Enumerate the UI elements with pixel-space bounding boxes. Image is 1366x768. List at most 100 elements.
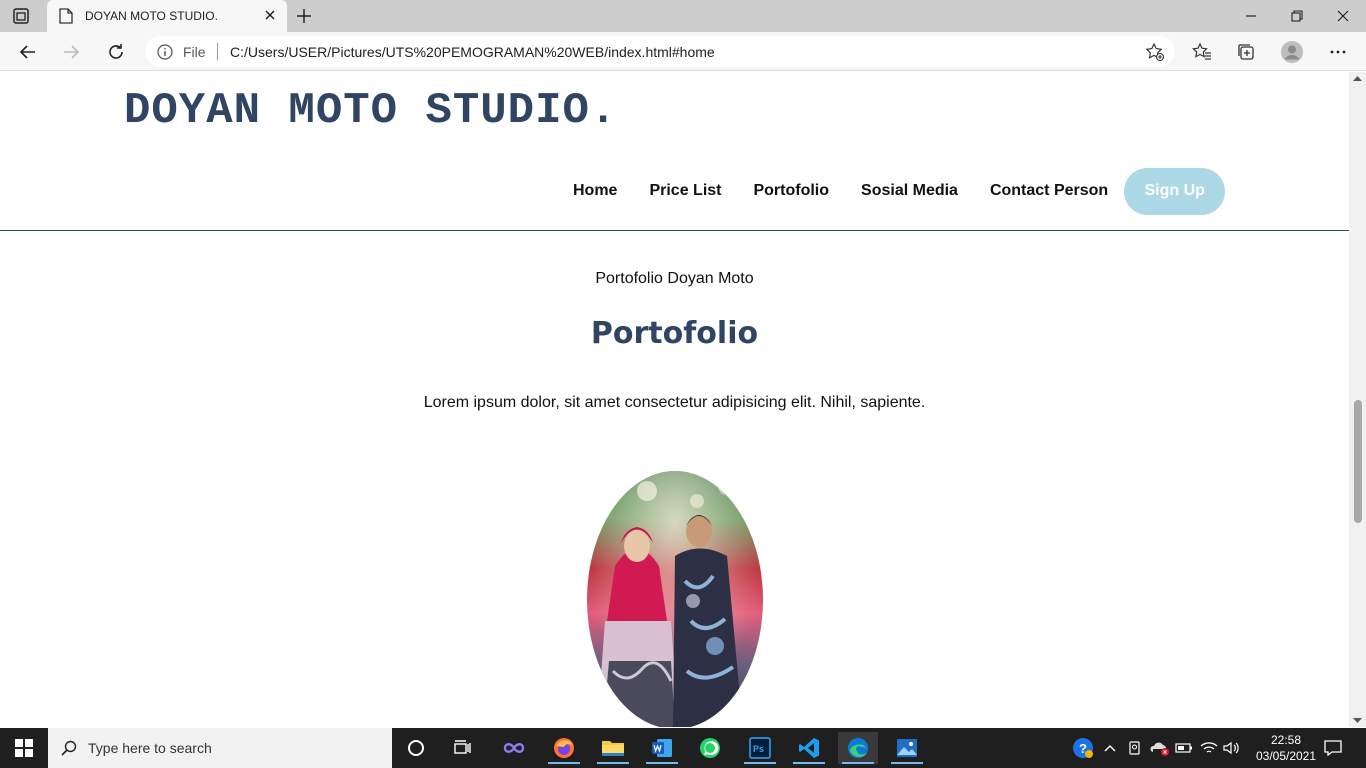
svg-text:Ps: Ps	[753, 744, 764, 754]
battery-button[interactable]	[1173, 728, 1195, 768]
section-subtitle: Portofolio Doyan Moto	[595, 270, 754, 287]
running-indicator	[646, 762, 678, 764]
nav-contact-person[interactable]: Contact Person	[990, 182, 1108, 200]
favorites-button[interactable]	[1190, 40, 1214, 64]
address-field[interactable]: File C:/Users/USER/Pictures/UTS%20PEMOGR…	[145, 36, 1175, 67]
main-nav: Home Price List Portofolio Sosial Media …	[573, 167, 1226, 215]
battery-icon	[1175, 743, 1192, 753]
nav-price-list[interactable]: Price List	[649, 182, 721, 200]
nav-portofolio[interactable]: Portofolio	[753, 182, 829, 200]
settings-menu-button[interactable]	[1326, 40, 1350, 64]
tab-strip: DOYAN MOTO STUDIO.	[0, 0, 1366, 32]
system-clock[interactable]: 22:58 03/05/2021	[1255, 732, 1317, 764]
address-separator	[217, 43, 218, 60]
url-text[interactable]: C:/Users/USER/Pictures/UTS%20PEMOGRAMAN%…	[230, 44, 715, 60]
running-indicator	[891, 762, 923, 764]
running-indicator	[793, 762, 825, 764]
whatsapp-button[interactable]	[690, 732, 730, 764]
onedrive-error-icon	[1150, 742, 1169, 756]
forward-button[interactable]	[58, 39, 84, 65]
tab-actions-icon[interactable]	[12, 7, 30, 25]
add-favorite-icon[interactable]	[1145, 42, 1165, 62]
edge-icon	[848, 738, 868, 758]
notification-icon	[1324, 740, 1342, 756]
profile-button[interactable]	[1280, 40, 1304, 64]
address-toolbar: File C:/Users/USER/Pictures/UTS%20PEMOGR…	[0, 32, 1366, 71]
start-button[interactable]	[0, 728, 48, 768]
search-icon	[61, 740, 77, 756]
task-view-icon	[454, 740, 471, 754]
firefox-button[interactable]	[544, 732, 584, 764]
page-viewport: DOYAN MOTO STUDIO. Home Price List Porto…	[0, 72, 1349, 727]
cortana-button[interactable]	[396, 732, 436, 764]
minimize-button[interactable]	[1228, 0, 1274, 32]
word-button[interactable]	[642, 732, 682, 764]
page-scrollbar[interactable]	[1349, 72, 1366, 727]
tab-title: DOYAN MOTO STUDIO.	[85, 9, 218, 23]
photos-icon	[897, 739, 917, 757]
folder-icon	[602, 741, 624, 756]
cortana-icon	[408, 740, 424, 756]
photos-button[interactable]	[887, 732, 927, 764]
firefox-icon	[554, 738, 574, 758]
close-tab-icon[interactable]	[263, 8, 277, 22]
running-indicator	[842, 762, 874, 764]
info-icon[interactable]	[157, 44, 173, 60]
meet-now-button[interactable]	[1124, 728, 1146, 768]
scroll-thumb[interactable]	[1354, 400, 1362, 523]
active-tab[interactable]: DOYAN MOTO STUDIO.	[47, 0, 287, 32]
show-hidden-icons-button[interactable]	[1100, 728, 1120, 768]
onedrive-button[interactable]	[1148, 728, 1172, 768]
windows-logo-icon	[15, 739, 33, 757]
back-arrow-icon	[19, 45, 35, 59]
site-brand[interactable]: DOYAN MOTO STUDIO.	[124, 86, 617, 136]
avatar-icon	[1281, 41, 1303, 63]
vscode-icon	[799, 738, 819, 758]
refresh-icon	[109, 44, 123, 59]
running-indicator	[548, 762, 580, 764]
sign-up-button[interactable]: Sign Up	[1124, 167, 1226, 215]
volume-button[interactable]	[1220, 728, 1242, 768]
photoshop-icon: Ps	[749, 737, 771, 759]
page-icon	[59, 8, 73, 24]
refresh-button[interactable]	[103, 39, 129, 65]
clock-time: 22:58	[1270, 733, 1302, 747]
forward-arrow-icon	[64, 45, 80, 59]
vscode-button[interactable]	[789, 732, 829, 764]
speaker-icon	[1223, 741, 1239, 755]
edge-button[interactable]	[838, 732, 878, 764]
infinity-app-icon	[503, 743, 525, 753]
collections-button[interactable]	[1234, 40, 1258, 64]
section-description: Lorem ipsum dolor, sit amet consectetur …	[423, 394, 926, 411]
running-indicator	[597, 762, 629, 764]
restore-button[interactable]	[1274, 0, 1320, 32]
photoshop-button[interactable]: Ps	[740, 732, 780, 764]
collections-icon	[1238, 44, 1254, 60]
back-button[interactable]	[15, 39, 41, 65]
help-icon: ?	[1073, 738, 1093, 758]
whatsapp-icon	[700, 738, 720, 758]
word-icon	[652, 739, 672, 757]
taskbar-search[interactable]: Type here to search	[48, 728, 392, 768]
favorites-icon	[1192, 42, 1211, 60]
wifi-button[interactable]	[1198, 728, 1220, 768]
chevron-up-icon	[1104, 745, 1116, 752]
header-divider	[0, 230, 1349, 231]
help-tray-button[interactable]: ?	[1070, 728, 1096, 768]
scroll-down-icon[interactable]	[1353, 718, 1362, 724]
new-tab-icon[interactable]	[294, 6, 314, 26]
task-view-button[interactable]	[443, 732, 483, 764]
close-window-button[interactable]	[1320, 0, 1366, 32]
search-placeholder: Type here to search	[88, 740, 212, 756]
file-explorer-button[interactable]	[593, 732, 633, 764]
notification-center-button[interactable]	[1318, 728, 1348, 768]
nav-home[interactable]: Home	[573, 182, 617, 200]
file-scheme-label: File	[183, 44, 206, 60]
scroll-up-icon[interactable]	[1353, 75, 1362, 81]
wifi-icon	[1200, 742, 1218, 753]
more-icon	[1330, 50, 1346, 54]
app-infinity-button[interactable]	[494, 732, 534, 764]
nav-sosial-media[interactable]: Sosial Media	[861, 182, 958, 200]
running-indicator	[744, 762, 776, 764]
windows-taskbar: Type here to search Ps ? 22:58 03/05/202…	[0, 728, 1366, 768]
